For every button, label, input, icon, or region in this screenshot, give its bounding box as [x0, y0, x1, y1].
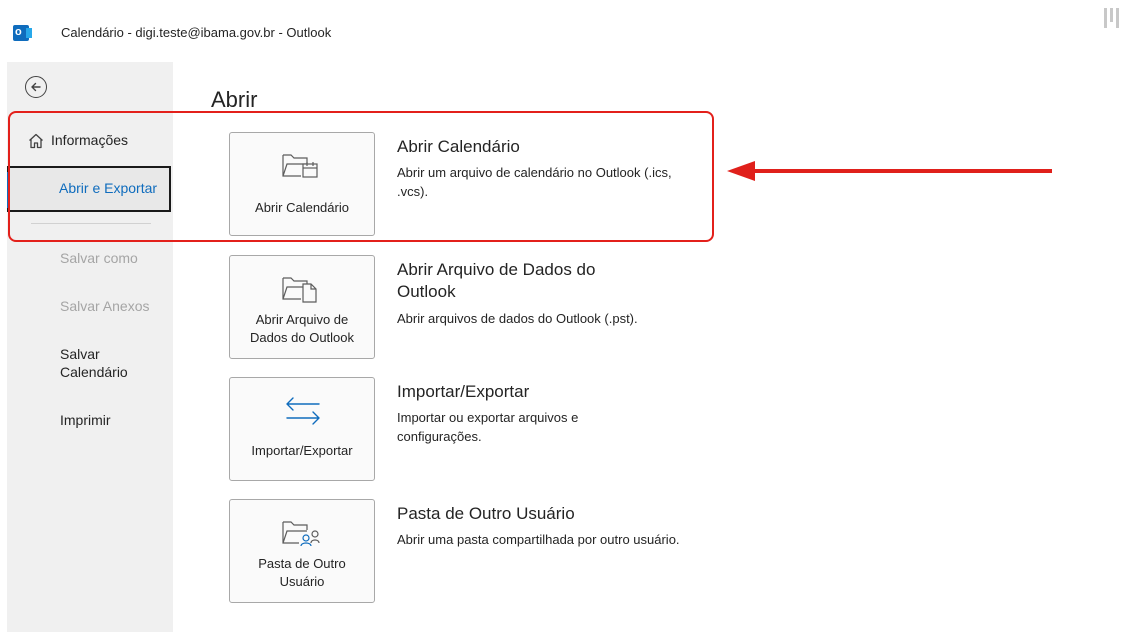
import-export-tile[interactable]: Importar/Exportar [229, 377, 375, 481]
annotation-arrow-head [727, 161, 755, 181]
open-data-file-description: Abrir arquivos de dados do Outlook (.pst… [397, 311, 638, 326]
window-title: Calendário - digi.teste@ibama.gov.br - O… [61, 25, 332, 40]
nav-label: Salvar Anexos [60, 298, 150, 314]
import-export-title: Importar/Exportar [397, 382, 530, 401]
outlook-app-icon: o [13, 25, 32, 41]
folder-document-icon [282, 277, 317, 303]
open-data-file-title: Abrir Arquivo de Dados do Outlook [397, 260, 596, 301]
tile-label-line2: Dados do Outlook [249, 330, 355, 345]
window-grip-icon [1104, 8, 1119, 30]
folder-user-icon [282, 521, 320, 547]
other-user-folder-title: Pasta de Outro Usuário [397, 504, 575, 523]
nav-label: Salvar como [60, 250, 138, 266]
back-arrow-icon [31, 82, 41, 92]
other-user-folder-description: Abrir uma pasta compartilhada por outro … [397, 532, 680, 547]
import-export-description: Importar ou exportar arquivos e configur… [397, 410, 579, 444]
tile-label: Importar/Exportar [251, 443, 353, 458]
back-button[interactable] [25, 76, 47, 98]
nav-label-line1: Salvar [60, 346, 100, 362]
page-title: Abrir [211, 87, 258, 112]
highlight-annotation-box [8, 111, 714, 242]
tile-label-line1: Pasta de Outro [258, 556, 346, 571]
annotation-arrow-shaft [752, 169, 1052, 173]
nav-label: Imprimir [60, 412, 111, 428]
open-outlook-data-file-tile[interactable]: Abrir Arquivo de Dados do Outlook [229, 255, 375, 359]
other-user-folder-tile[interactable]: Pasta de Outro Usuário [229, 499, 375, 603]
tile-label-line1: Abrir Arquivo de [255, 312, 349, 327]
title-bar: o Calendário - digi.teste@ibama.gov.br -… [0, 0, 1130, 62]
nav-label-line2: Calendário [60, 364, 128, 380]
tile-label-line2: Usuário [279, 574, 325, 589]
import-export-arrows-icon [286, 397, 320, 425]
